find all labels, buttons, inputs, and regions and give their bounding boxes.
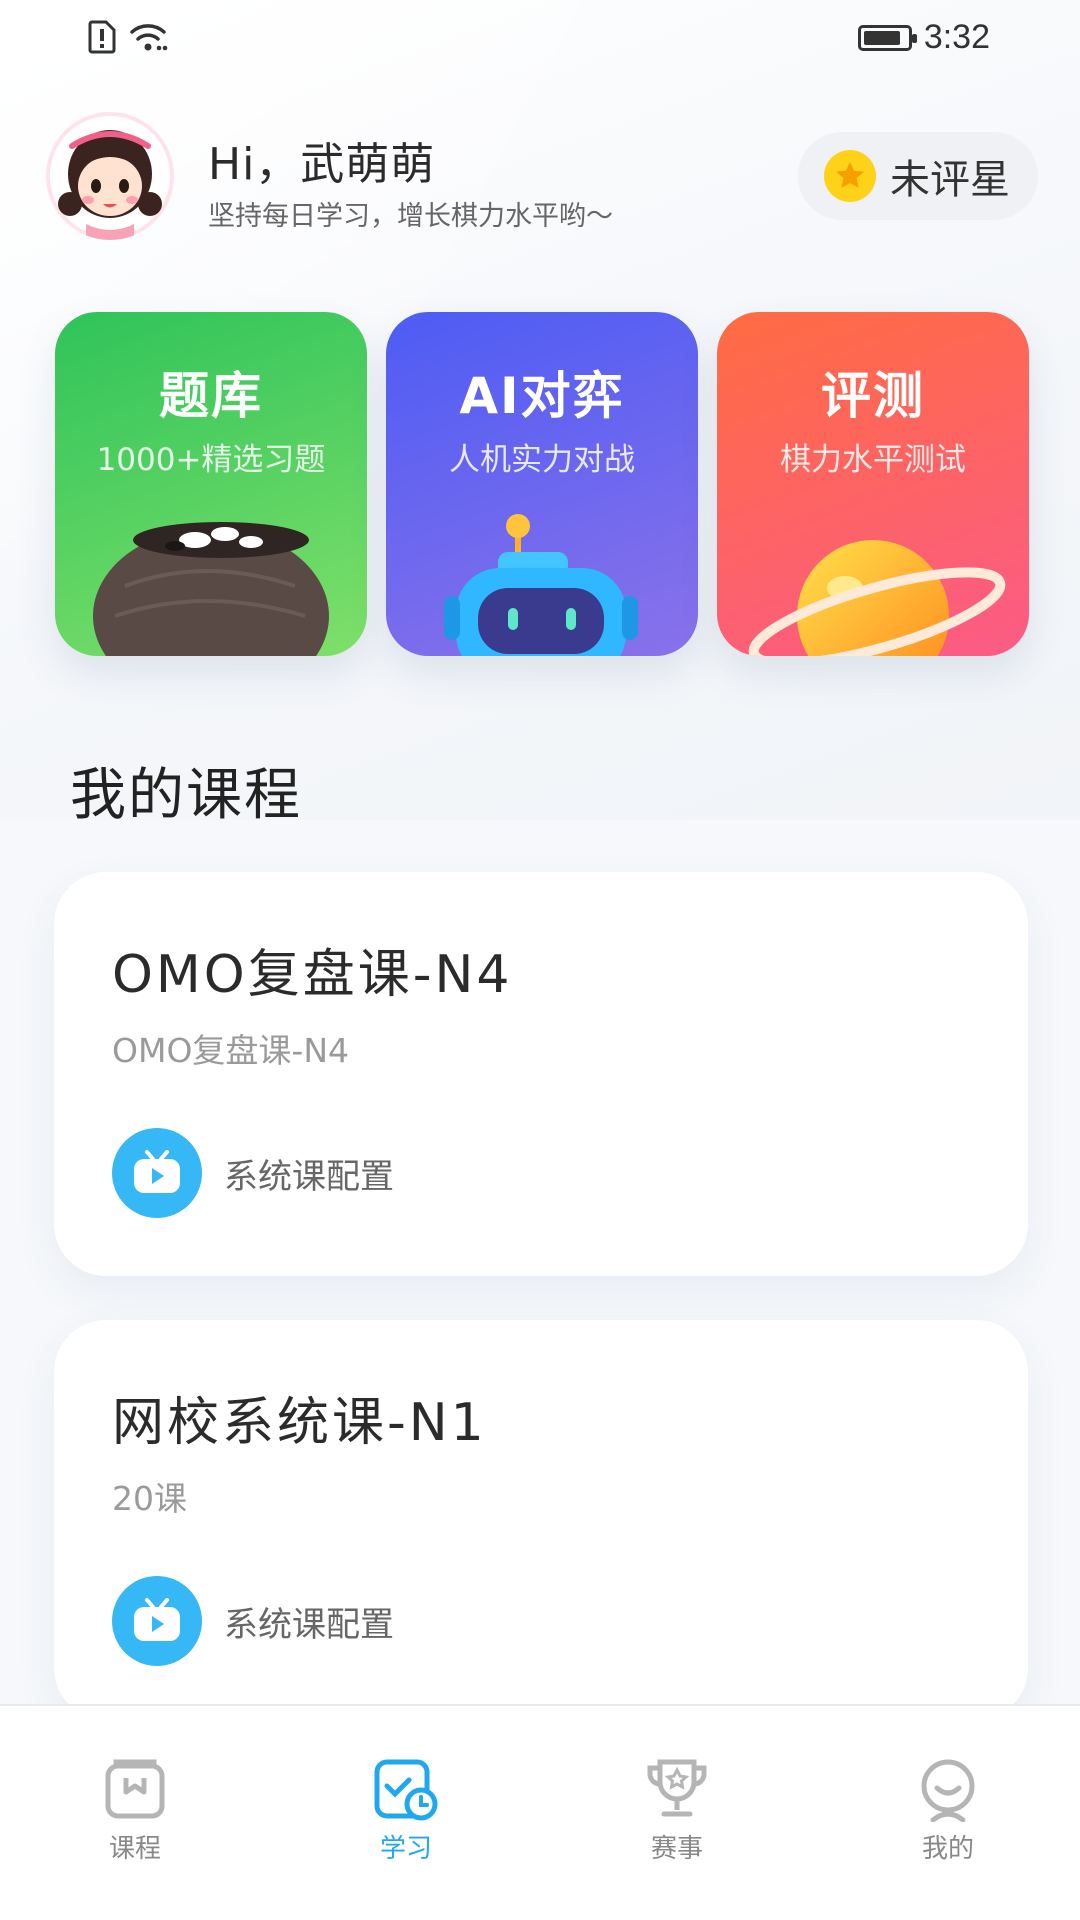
nav-label: 赛事 [650,1834,703,1864]
person-icon [921,1759,975,1822]
course-subtitle: OMO复盘课-N4 [112,1031,350,1070]
nav-label: 我的 [921,1834,974,1864]
bottom-nav: 课程 学习 赛事 我的 [0,1704,1080,1920]
nav-tab-events[interactable]: 赛事 [607,1756,747,1865]
nav-tab-mine[interactable]: 我的 [878,1756,1018,1865]
card-subtitle: 1000+精选习题 [96,442,326,478]
course-tag: 系统课配置 [112,1576,394,1666]
star-rating-badge[interactable]: 未评星 [798,132,1038,220]
study-clock-icon [374,1759,438,1821]
robot-icon [444,514,638,656]
my-courses-title: 我的课程 [70,763,302,828]
course-tag-label: 系统课配置 [224,1604,394,1645]
card-subtitle: 人机实力对战 [449,442,635,478]
course-tag-label: 系统课配置 [224,1156,394,1197]
greeting: Hi，武萌萌 [208,139,436,190]
tv-play-icon [112,1576,202,1666]
star-badge-label: 未评星 [890,157,1010,203]
star-icon [824,150,876,202]
card-title: AI对弈 [459,367,625,425]
card-title: 题库 [159,367,263,425]
course-card[interactable]: OMO复盘课-N4 OMO复盘课-N4 系统课配置 [54,872,1028,1276]
avatar[interactable] [46,112,174,240]
go-bowl-icon [93,522,329,656]
nav-label: 学习 [379,1834,432,1864]
planet-icon [748,540,1006,656]
course-title: 网校系统课-N1 [112,1393,487,1453]
course-title: OMO复盘课-N4 [112,945,513,1005]
nav-tab-courses[interactable]: 课程 [65,1756,205,1865]
nav-label: 课程 [108,1834,161,1864]
wifi-icon [128,20,168,58]
alert-icon [88,20,116,58]
tv-play-icon [112,1128,202,1218]
question-bank-card[interactable]: 题库 1000+精选习题 [55,312,367,656]
course-card[interactable]: 网校系统课-N1 20课 系统课配置 [54,1320,1028,1720]
status-time: 3:32 [923,18,990,56]
course-subtitle: 20课 [112,1479,187,1518]
status-bar: 3:32 [0,0,1080,80]
course-tag: 系统课配置 [112,1128,394,1218]
ai-match-card[interactable]: AI对弈 人机实力对战 [386,312,698,656]
trophy-icon [647,1759,707,1817]
girl-avatar-icon [50,116,170,240]
assessment-card[interactable]: 评测 棋力水平测试 [717,312,1029,656]
card-title: 评测 [821,367,925,425]
card-subtitle: 棋力水平测试 [780,442,966,478]
nav-tab-study[interactable]: 学习 [336,1756,476,1865]
greeting-subtitle: 坚持每日学习，增长棋力水平哟～ [208,201,613,232]
course-box-icon [105,1759,165,1819]
battery-icon [857,24,917,51]
